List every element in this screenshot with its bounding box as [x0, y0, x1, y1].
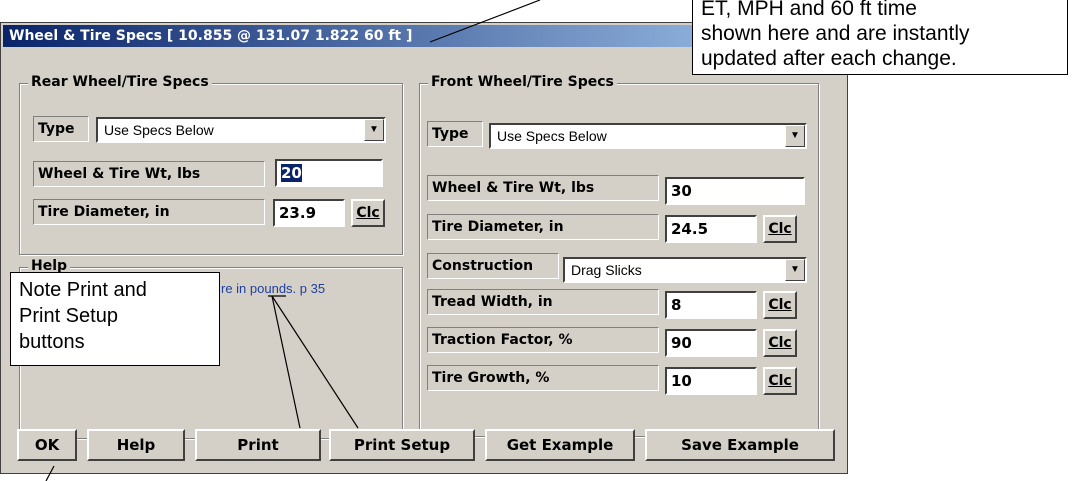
front-tread-clc-button[interactable]: Clc	[763, 291, 797, 319]
front-growth-label: Tire Growth, %	[427, 365, 659, 391]
front-type-label: Type	[427, 121, 483, 147]
rear-wt-label: Wheel & Tire Wt, lbs	[33, 161, 265, 187]
front-tread-label: Tread Width, in	[427, 289, 659, 315]
rear-wt-input[interactable]: 20	[275, 159, 383, 187]
wheel-tire-specs-dialog: Wheel & Tire Specs [ 10.855 @ 131.07 1.8…	[0, 22, 848, 474]
get-example-button[interactable]: Get Example	[485, 429, 635, 461]
chevron-down-icon[interactable]: ▼	[785, 125, 805, 147]
rear-type-label: Type	[33, 116, 89, 142]
front-construction-value: Drag Slicks	[571, 262, 642, 278]
print-button[interactable]: Print	[195, 429, 321, 461]
callout-line-2: shown here and are instantly	[701, 22, 970, 45]
front-growth-clc-button[interactable]: Clc	[763, 367, 797, 395]
front-type-select[interactable]: Use Specs Below ▼	[489, 123, 807, 149]
help-button[interactable]: Help	[87, 429, 185, 461]
callout-line-1: ET, MPH and 60 ft time	[701, 0, 917, 20]
callout-line-3: updated after each change.	[701, 47, 957, 70]
print-setup-button[interactable]: Print Setup	[329, 429, 475, 461]
rear-dia-input[interactable]: 23.9	[273, 199, 345, 227]
front-group-title: Front Wheel/Tire Specs	[428, 74, 617, 90]
front-type-value: Use Specs Below	[497, 128, 607, 144]
rear-dia-clc-button[interactable]: Clc	[351, 199, 385, 227]
note-line-2: Print Setup	[19, 305, 118, 327]
front-wt-input[interactable]: 30	[665, 177, 805, 205]
title-update-callout: ET, MPH and 60 ft time shown here and ar…	[692, 0, 1068, 75]
rear-dia-label: Tire Diameter, in	[33, 199, 265, 225]
print-note-callout: Note Print and Print Setup buttons	[10, 272, 220, 366]
note-line-3: buttons	[19, 331, 85, 353]
rear-type-select[interactable]: Use Specs Below ▼	[96, 117, 386, 143]
front-growth-input[interactable]: 10	[665, 367, 757, 395]
rear-wt-value: 20	[281, 164, 302, 182]
help-text: re in pounds. p 35	[221, 281, 326, 296]
chevron-down-icon[interactable]: ▼	[785, 259, 805, 281]
front-construction-select[interactable]: Drag Slicks ▼	[563, 257, 807, 283]
front-dia-label: Tire Diameter, in	[427, 214, 659, 240]
front-tread-input[interactable]: 8	[665, 291, 757, 319]
save-example-button[interactable]: Save Example	[645, 429, 835, 461]
front-wt-label: Wheel & Tire Wt, lbs	[427, 175, 659, 201]
rear-group-title: Rear Wheel/Tire Specs	[28, 74, 212, 90]
front-traction-label: Traction Factor, %	[427, 327, 659, 353]
chevron-down-icon[interactable]: ▼	[364, 119, 384, 141]
rear-type-value: Use Specs Below	[104, 122, 214, 138]
front-construction-label: Construction	[427, 253, 559, 279]
ok-button[interactable]: OK	[17, 429, 77, 461]
front-traction-clc-button[interactable]: Clc	[763, 329, 797, 357]
note-line-1: Note Print and	[19, 279, 147, 301]
front-dia-input[interactable]: 24.5	[665, 215, 757, 243]
front-dia-clc-button[interactable]: Clc	[763, 215, 797, 243]
front-traction-input[interactable]: 90	[665, 329, 757, 357]
